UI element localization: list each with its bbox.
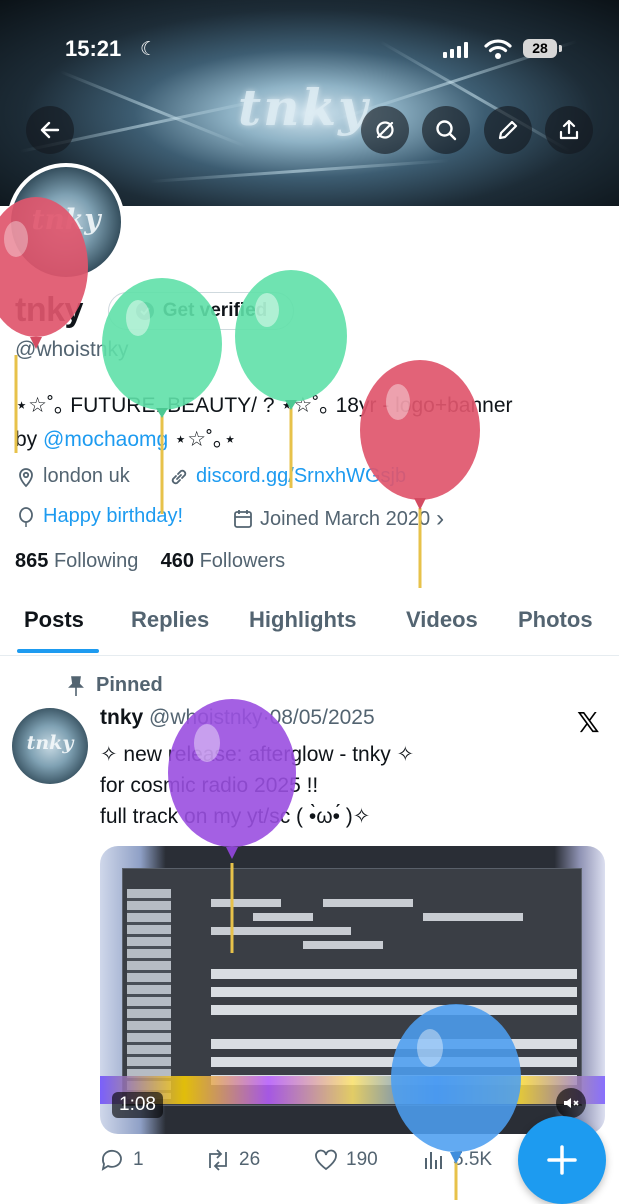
post-author[interactable]: tnky <box>100 706 143 729</box>
share-icon <box>559 119 579 140</box>
battery-indicator: 28 <box>523 39 557 58</box>
reply-icon <box>101 1149 122 1171</box>
following-link[interactable]: 865 Following <box>15 550 138 572</box>
location-pin-icon <box>19 467 33 487</box>
grok-button[interactable] <box>361 106 409 154</box>
balloon-green-1 <box>102 278 222 514</box>
post-avatar[interactable]: tnky <box>12 708 88 784</box>
tab-videos[interactable]: Videos <box>406 607 478 633</box>
balloon-blue <box>391 1004 521 1200</box>
slash-circle-icon <box>376 121 394 139</box>
follow-stats: 865 Following 460 Followers <box>15 550 285 573</box>
reply-button[interactable]: 1 <box>100 1148 144 1172</box>
search-button[interactable] <box>422 106 470 154</box>
balloon-red-2 <box>360 360 480 588</box>
speaker-muted-icon <box>564 1098 579 1108</box>
arrow-left-icon <box>40 121 60 139</box>
plus-icon <box>547 1145 577 1175</box>
post-avatar-logo: tnky <box>26 732 74 754</box>
video-duration: 1:08 <box>112 1092 163 1118</box>
repost-icon <box>209 1149 227 1171</box>
tab-posts[interactable]: Posts <box>24 607 84 633</box>
moon-icon: ☾ <box>140 39 158 60</box>
calendar-icon <box>234 510 252 528</box>
followers-count: 460 <box>160 550 195 572</box>
status-bar: 15:21 ☾ 28 <box>0 34 619 68</box>
search-icon <box>436 120 457 141</box>
balloon-icon <box>19 506 33 527</box>
pinned-text: Pinned <box>96 674 163 696</box>
pencil-icon <box>498 120 518 140</box>
followers-label: Followers <box>199 550 286 572</box>
wifi-icon <box>484 39 512 59</box>
pin-icon <box>68 675 84 696</box>
tab-photos[interactable]: Photos <box>518 607 593 633</box>
like-button[interactable]: 190 <box>313 1148 378 1172</box>
status-time: 15:21 <box>65 36 122 61</box>
following-label: Following <box>53 550 139 572</box>
video-waveform <box>100 1076 605 1104</box>
like-count: 190 <box>346 1149 378 1170</box>
balloon-green-2 <box>235 270 347 488</box>
repost-button[interactable]: 26 <box>204 1148 260 1172</box>
reply-count: 1 <box>133 1149 144 1170</box>
balloon-purple <box>168 699 296 953</box>
compose-button[interactable] <box>518 1116 606 1204</box>
mute-button[interactable] <box>556 1088 586 1118</box>
repost-count: 26 <box>239 1149 261 1170</box>
battery-nub <box>559 45 562 52</box>
following-count: 865 <box>15 550 49 572</box>
edit-button[interactable] <box>484 106 532 154</box>
balloon-red-1 <box>0 197 88 453</box>
active-tab-indicator <box>17 649 99 653</box>
pinned-label: Pinned <box>66 674 163 697</box>
heart-icon <box>315 1149 337 1171</box>
cellular-signal-icon <box>443 42 468 58</box>
banner-logo: tnky <box>238 78 370 137</box>
profile-tabs: Posts Replies Highlights Videos Photos <box>0 597 619 656</box>
followers-link[interactable]: 460 Followers <box>161 550 286 572</box>
tab-replies[interactable]: Replies <box>131 607 209 633</box>
share-button[interactable] <box>545 106 593 154</box>
back-button[interactable] <box>26 106 74 154</box>
tab-highlights[interactable]: Highlights <box>249 607 357 633</box>
x-logo-icon: 𝕏 <box>577 707 600 738</box>
